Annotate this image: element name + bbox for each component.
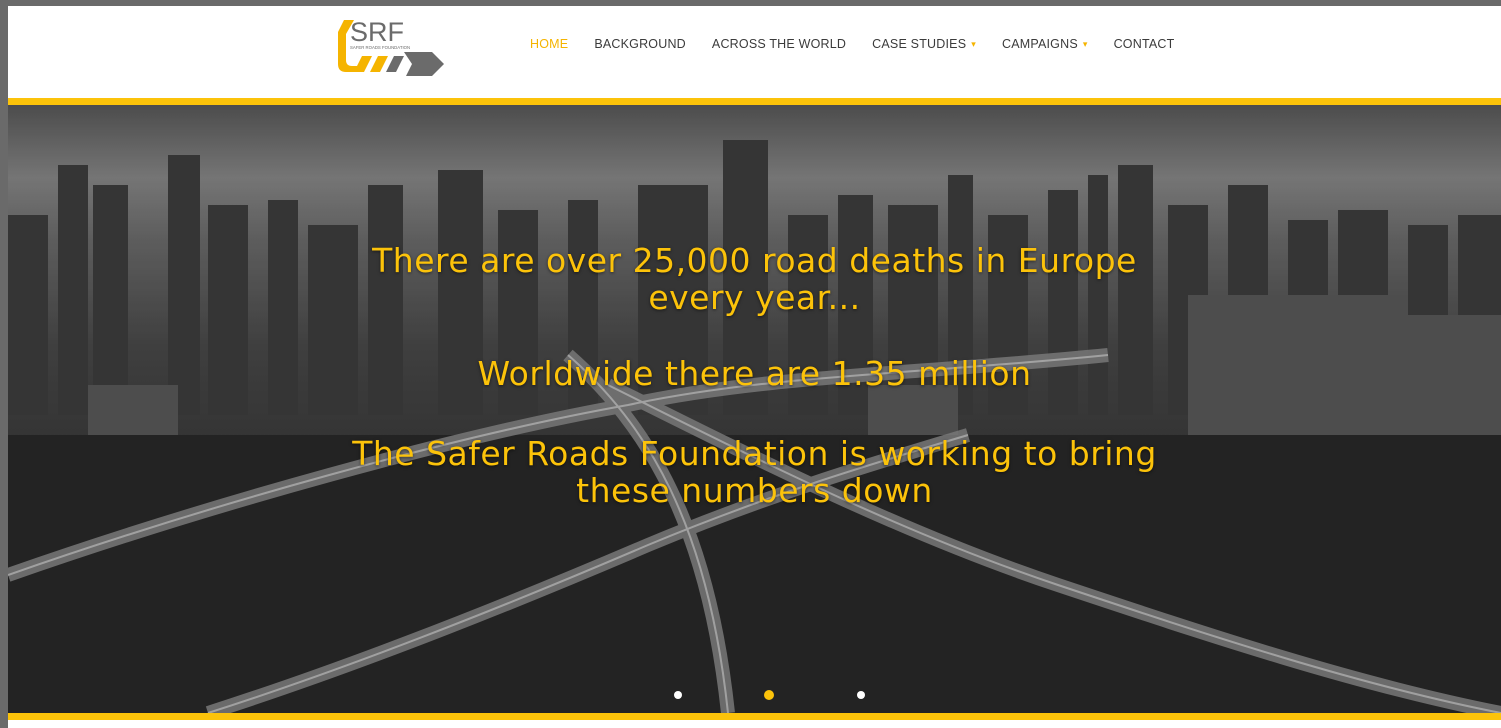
hero-accent-bar	[8, 713, 1501, 720]
nav-item-across-the-world[interactable]: ACROSS THE WORLD	[712, 37, 846, 51]
hero-text: There are over 25,000 road deaths in Eur…	[8, 105, 1501, 713]
hero-headline-worldwide: Worldwide there are 1.35 million	[8, 355, 1501, 392]
logo-wordmark: SRF	[350, 17, 404, 47]
nav-item-label: ACROSS THE WORLD	[711, 37, 847, 51]
nav-item-label: CAMPAIGNS	[1001, 37, 1078, 51]
nav-item-campaigns[interactable]: CAMPAIGNS ▾	[1002, 37, 1088, 51]
carousel-dot-3[interactable]	[857, 691, 865, 699]
site-logo[interactable]: SRF SAFER ROADS FOUNDATION	[332, 14, 446, 78]
hero-text-line: There are over 25,000 road deaths in Eur…	[372, 241, 1137, 280]
hero-slider: There are over 25,000 road deaths in Eur…	[8, 105, 1501, 713]
chevron-down-icon: ▾	[1082, 38, 1088, 49]
nav-item-contact[interactable]: CONTACT	[1114, 37, 1175, 51]
carousel-dot-1[interactable]	[674, 691, 682, 699]
nav-item-case-studies[interactable]: CASE STUDIES ▾	[872, 37, 976, 51]
hero-headline-europe: There are over 25,000 road deaths in Eur…	[8, 242, 1501, 316]
nav-item-label: BACKGROUND	[594, 37, 686, 51]
carousel-dot-2[interactable]	[764, 690, 774, 700]
nav-item-label: HOME	[530, 37, 569, 51]
hero-text-line: Worldwide there are 1.35 million	[477, 354, 1032, 393]
nav-item-home[interactable]: HOME	[530, 37, 568, 51]
nav-item-label: CONTACT	[1113, 37, 1175, 51]
nav-item-label: CASE STUDIES	[872, 37, 967, 51]
hero-text-line: The Safer Roads Foundation is working to…	[352, 434, 1157, 473]
nav-item-background[interactable]: BACKGROUND	[594, 37, 686, 51]
srf-logo-icon: SRF SAFER ROADS FOUNDATION	[338, 17, 444, 76]
hero-text-line: these numbers down	[576, 471, 933, 510]
hero-text-line: every year...	[648, 278, 861, 317]
page-frame: SRF SAFER ROADS FOUNDATION HOME BACKGROU…	[8, 6, 1501, 728]
header-accent-bar	[8, 98, 1501, 105]
main-nav: HOME BACKGROUND ACROSS THE WORLD CASE ST…	[530, 34, 1174, 54]
hero-headline-mission: The Safer Roads Foundation is working to…	[8, 435, 1501, 509]
site-header: SRF SAFER ROADS FOUNDATION HOME BACKGROU…	[8, 6, 1501, 98]
chevron-down-icon: ▾	[971, 38, 976, 49]
logo-tagline: SAFER ROADS FOUNDATION	[350, 45, 410, 50]
carousel-pagination	[8, 690, 1501, 703]
